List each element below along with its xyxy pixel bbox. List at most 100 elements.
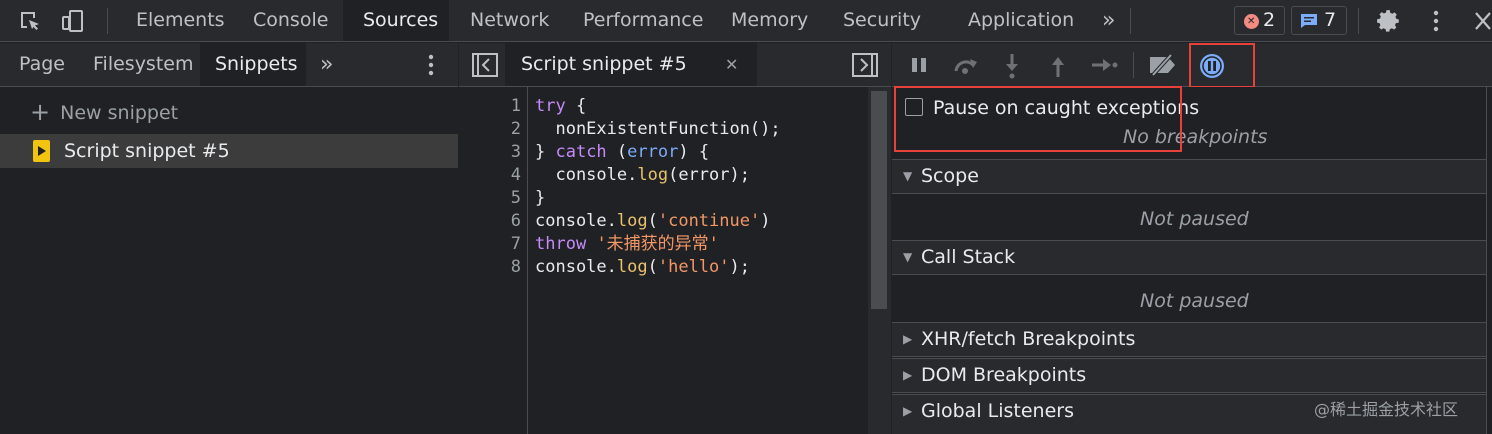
- code-line: console.log('hello');: [535, 256, 750, 279]
- code-token: log: [616, 257, 648, 277]
- code-token: console.: [535, 165, 638, 185]
- code-line: nonExistentFunction();: [535, 118, 781, 141]
- code-line: throw '未捕获的异常': [535, 233, 719, 256]
- collapse-triangle-icon: ▶: [903, 404, 913, 418]
- code-token: (error);: [668, 165, 750, 185]
- code-token: throw: [535, 234, 587, 254]
- code-token: 'continue': [657, 211, 761, 231]
- code-token: ) {: [678, 142, 710, 162]
- navigator-menu-icon[interactable]: [421, 52, 441, 78]
- line-number[interactable]: 1: [459, 95, 521, 118]
- line-number[interactable]: 3: [459, 141, 521, 164]
- tab-performance[interactable]: Performance: [565, 0, 721, 41]
- inspect-element-icon[interactable]: [18, 9, 42, 33]
- dom-breakpoints-section-header[interactable]: ▶ DOM Breakpoints: [892, 358, 1486, 393]
- plus-icon: +: [30, 98, 51, 126]
- tab-sources[interactable]: Sources: [343, 0, 449, 41]
- tab-application[interactable]: Application: [950, 0, 1092, 41]
- line-gutter: 12345678: [459, 87, 528, 434]
- sidebar-scrollbar-edge: [1486, 87, 1487, 434]
- line-number[interactable]: 7: [459, 233, 521, 256]
- code-line: console.log(error);: [535, 164, 750, 187]
- close-tab-icon[interactable]: ✕: [725, 43, 738, 86]
- collapse-triangle-icon: ▶: [903, 332, 913, 346]
- code-token: }: [535, 142, 556, 162]
- tab-snippets[interactable]: Snippets: [200, 43, 306, 86]
- new-snippet-button[interactable]: + New snippet: [30, 96, 178, 126]
- code-token: console.: [535, 257, 617, 277]
- more-options-icon[interactable]: [1426, 8, 1446, 34]
- expand-triangle-icon: ▼: [903, 250, 913, 264]
- code-line: try {: [535, 95, 586, 118]
- editor-tab-script-snippet[interactable]: Script snippet #5 ✕: [505, 43, 757, 86]
- deactivate-breakpoints-icon[interactable]: [1147, 53, 1179, 77]
- code-token: console.: [535, 211, 617, 231]
- code-token: error: [627, 142, 679, 162]
- watermark: @稀土掘金技术社区: [1314, 400, 1459, 419]
- line-number[interactable]: 6: [459, 210, 521, 233]
- error-count-badge[interactable]: 2: [1234, 6, 1285, 35]
- line-number[interactable]: 4: [459, 164, 521, 187]
- tab-page[interactable]: Page: [0, 43, 84, 86]
- error-icon: [1244, 8, 1259, 35]
- scope-section-header[interactable]: ▼ Scope: [892, 159, 1486, 194]
- scope-status: Not paused: [1140, 208, 1249, 230]
- devtools-toolbar: Elements Console Sources Network Perform…: [0, 0, 1492, 42]
- list-item[interactable]: Script snippet #5: [0, 134, 458, 168]
- line-number[interactable]: 2: [459, 118, 521, 141]
- code-line: } catch (error) {: [535, 141, 709, 164]
- code-editor[interactable]: try { nonExistentFunction();} catch (err…: [528, 87, 868, 434]
- line-number[interactable]: 8: [459, 256, 521, 279]
- highlight-pause-caught: [894, 86, 1182, 152]
- close-devtools-icon[interactable]: [1474, 11, 1492, 31]
- code-token: catch: [555, 142, 607, 162]
- toggle-debugger-icon[interactable]: [852, 53, 878, 77]
- tab-elements[interactable]: Elements: [118, 0, 243, 41]
- line-number[interactable]: 5: [459, 187, 521, 210]
- more-navigator-tabs[interactable]: »: [316, 43, 337, 86]
- code-token: try: [535, 96, 566, 116]
- scrollbar-thumb[interactable]: [871, 91, 887, 309]
- editor-tabs: Script snippet #5 ✕: [459, 43, 891, 87]
- collapse-triangle-icon: ▶: [903, 368, 913, 382]
- code-token: '未捕获的异常': [596, 234, 719, 254]
- tab-network[interactable]: Network: [452, 0, 567, 41]
- pause-script-icon[interactable]: [910, 57, 930, 73]
- expand-triangle-icon: ▼: [903, 169, 913, 183]
- message-icon: [1301, 14, 1317, 28]
- call-stack-status: Not paused: [1140, 290, 1249, 312]
- step-over-icon: [954, 59, 977, 74]
- code-token: ): [760, 211, 771, 231]
- navigator-tabs: Page Filesystem Snippets »: [0, 43, 458, 87]
- step-out-icon: [1052, 57, 1064, 77]
- code-token: (: [606, 142, 628, 162]
- xhr-breakpoints-section-header[interactable]: ▶ XHR/fetch Breakpoints: [892, 322, 1486, 357]
- call-stack-section-header[interactable]: ▼ Call Stack: [892, 240, 1486, 275]
- snippet-file-icon: [33, 140, 50, 162]
- more-tabs-button[interactable]: »: [1098, 0, 1119, 41]
- code-token: log: [637, 165, 669, 185]
- code-token: {: [565, 96, 587, 116]
- code-line: console.log('continue'): [535, 210, 770, 233]
- settings-gear-icon[interactable]: [1376, 8, 1402, 34]
- code-token: );: [729, 257, 750, 277]
- step-icon: [1092, 59, 1118, 71]
- code-token: 'hello': [657, 257, 730, 277]
- code-token: nonExistentFunction();: [535, 119, 781, 139]
- tab-memory[interactable]: Memory: [713, 0, 826, 41]
- code-line: }: [535, 187, 545, 210]
- editor-scrollbar[interactable]: [868, 87, 891, 434]
- highlight-pause-button: [1189, 43, 1255, 88]
- code-token: (: [647, 257, 658, 277]
- code-token: }: [535, 188, 546, 208]
- tab-security[interactable]: Security: [825, 0, 939, 41]
- message-count-badge[interactable]: 7: [1291, 6, 1347, 35]
- step-into-icon: [1006, 54, 1018, 79]
- device-toolbar-icon[interactable]: [60, 8, 86, 34]
- tab-console[interactable]: Console: [235, 0, 346, 41]
- tab-filesystem[interactable]: Filesystem: [75, 43, 211, 86]
- code-token: (: [647, 211, 658, 231]
- code-token: log: [616, 211, 648, 231]
- toggle-navigator-icon[interactable]: [472, 53, 498, 77]
